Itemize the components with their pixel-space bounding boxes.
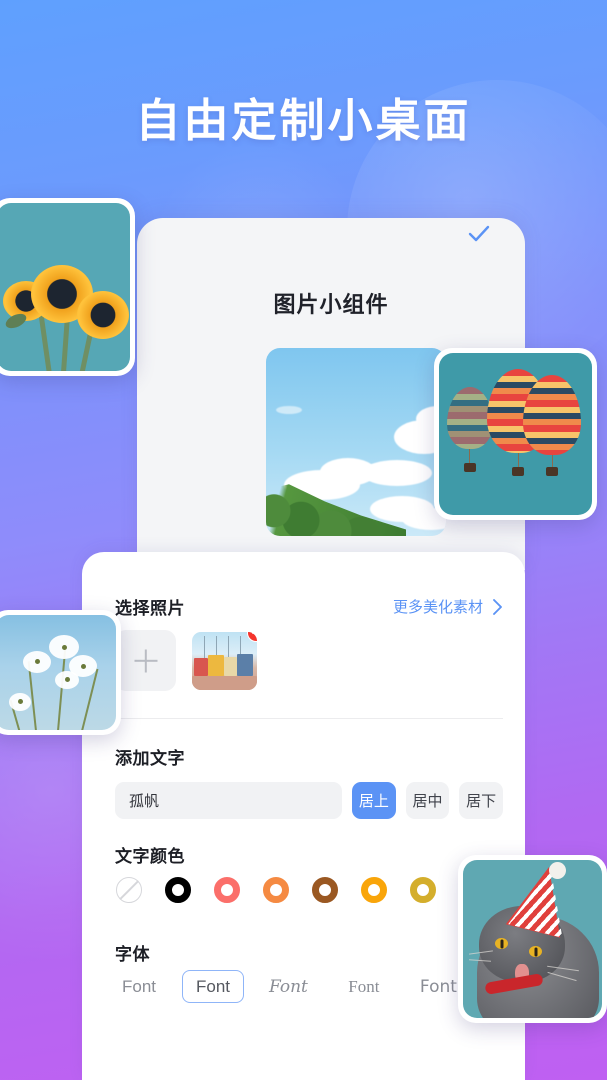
color-swatch-amber[interactable] <box>361 877 387 903</box>
sunflowers-photo[interactable] <box>0 198 135 376</box>
align-top-button[interactable]: 居上 <box>352 782 396 819</box>
text-input[interactable] <box>115 782 342 819</box>
align-middle-button[interactable]: 居中 <box>405 782 450 819</box>
widget-type-title: 图片小组件 <box>273 292 389 317</box>
more-materials-label: 更多美化素材 <box>392 599 483 616</box>
photos-section-header: 选择照片 更多美化素材 <box>115 594 503 619</box>
app-screen: 自由定制小桌面 图片小组件 选择照片 更多美化素材 添加文字 孤帆 居上 居中 … <box>0 0 607 1080</box>
remove-photo-icon[interactable] <box>247 631 257 642</box>
color-swatch-gold[interactable] <box>410 877 436 903</box>
add-photo-button[interactable] <box>115 630 176 691</box>
color-swatch-none[interactable] <box>116 877 142 903</box>
align-bottom-button[interactable]: 居下 <box>459 782 504 819</box>
color-swatch-coral[interactable] <box>214 877 240 903</box>
add-text-label: 添加文字 <box>115 749 185 768</box>
text-input-row: 居上 居中 居下 <box>115 782 504 819</box>
chevron-right-icon <box>493 598 502 615</box>
font-option-2[interactable]: Font <box>182 970 244 1003</box>
more-materials-link[interactable]: 更多美化素材 <box>393 596 503 617</box>
font-option-1[interactable]: Font <box>108 970 170 1003</box>
preview-header: 图片小组件 <box>137 286 525 320</box>
color-swatch-orange[interactable] <box>263 877 289 903</box>
photo-thumbnail-row <box>115 630 257 691</box>
font-option-3[interactable]: Font <box>256 970 321 1003</box>
party-hat-cat-photo[interactable] <box>458 855 607 1023</box>
photo-thumbnail[interactable] <box>192 631 257 690</box>
widget-preview-image[interactable] <box>266 348 446 536</box>
select-photos-label: 选择照片 <box>115 599 185 618</box>
section-divider <box>115 718 503 719</box>
font-option-4[interactable]: Font <box>333 970 395 1003</box>
font-label: 字体 <box>115 945 150 964</box>
color-swatch-brown[interactable] <box>312 877 338 903</box>
text-color-label: 文字颜色 <box>115 847 185 866</box>
text-color-swatches <box>116 877 436 903</box>
hot-air-balloons-photo[interactable] <box>434 348 597 520</box>
check-icon[interactable] <box>465 220 493 248</box>
page-title: 自由定制小桌面 <box>135 95 472 146</box>
color-swatch-black[interactable] <box>165 877 191 903</box>
cosmos-flowers-photo[interactable] <box>0 610 121 735</box>
